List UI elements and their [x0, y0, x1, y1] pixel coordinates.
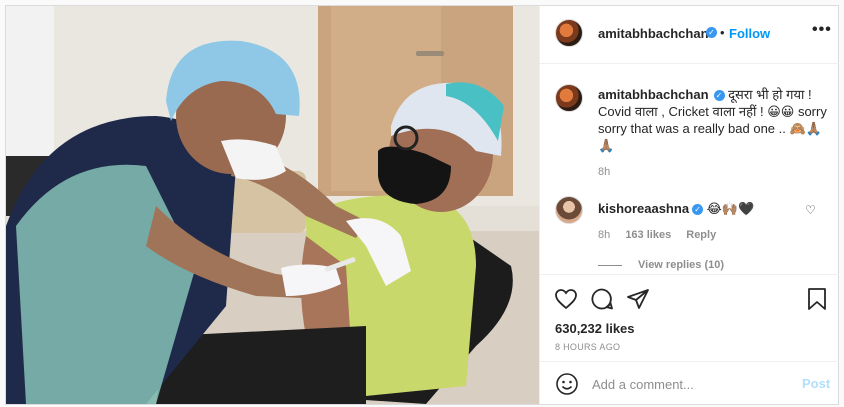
caption-username[interactable]: amitabhbachchan: [598, 87, 709, 102]
comment-likes[interactable]: 163 likes: [625, 229, 671, 241]
share-icon[interactable]: [626, 287, 650, 316]
comment-like-icon[interactable]: ♡: [805, 203, 816, 217]
comment-meta: 8h 163 likes Reply: [598, 229, 728, 241]
post-time[interactable]: 8 HOURS AGO: [555, 342, 620, 352]
emoji-icon[interactable]: [555, 372, 579, 401]
post-side-panel: amitabhbachchan ✓ • Follow ••• amitabhba…: [539, 6, 839, 405]
likes-count[interactable]: 630,232 likes: [555, 321, 635, 336]
caption-avatar[interactable]: [555, 84, 583, 112]
bookmark-icon[interactable]: [806, 287, 828, 316]
caption-text-block: amitabhbachchan ✓ दूसरा भी हो गया ! Covid…: [598, 86, 828, 154]
comment-text-block: kishoreaashna ✓ 😂🙌🏽🖤: [598, 201, 754, 217]
post-photo[interactable]: [6, 6, 539, 404]
separator-dot: •: [720, 25, 725, 40]
comment-icon[interactable]: [590, 287, 614, 316]
heart-icon[interactable]: [554, 287, 578, 316]
comment-text: 😂🙌🏽🖤: [706, 201, 755, 216]
verified-icon: ✓: [713, 90, 725, 102]
add-comment-bar: Post: [540, 361, 839, 405]
post-button[interactable]: Post: [802, 376, 830, 391]
comment-time[interactable]: 8h: [598, 229, 610, 241]
view-replies-label: View replies (10): [638, 259, 725, 271]
verified-icon: ✓: [706, 27, 717, 38]
replies-divider: [598, 264, 622, 266]
comment-input[interactable]: [590, 372, 794, 396]
commenter-avatar[interactable]: [555, 196, 583, 224]
caption-time[interactable]: 8h: [598, 166, 610, 178]
verified-icon: ✓: [692, 204, 704, 216]
more-icon[interactable]: •••: [812, 21, 832, 39]
post-actions: 630,232 likes 8 HOURS AGO: [540, 274, 839, 355]
post-header: amitabhbachchan ✓ • Follow •••: [540, 6, 839, 64]
commenter-username[interactable]: kishoreaashna: [598, 201, 689, 216]
follow-button[interactable]: Follow: [729, 26, 770, 41]
post-frame: amitabhbachchan ✓ • Follow ••• amitabhba…: [5, 5, 839, 405]
reply-button[interactable]: Reply: [686, 229, 716, 241]
author-username[interactable]: amitabhbachchan: [598, 26, 709, 41]
author-avatar[interactable]: [555, 19, 583, 47]
view-replies-button[interactable]: View replies (10): [598, 259, 724, 271]
vaccination-photo: [6, 6, 539, 404]
